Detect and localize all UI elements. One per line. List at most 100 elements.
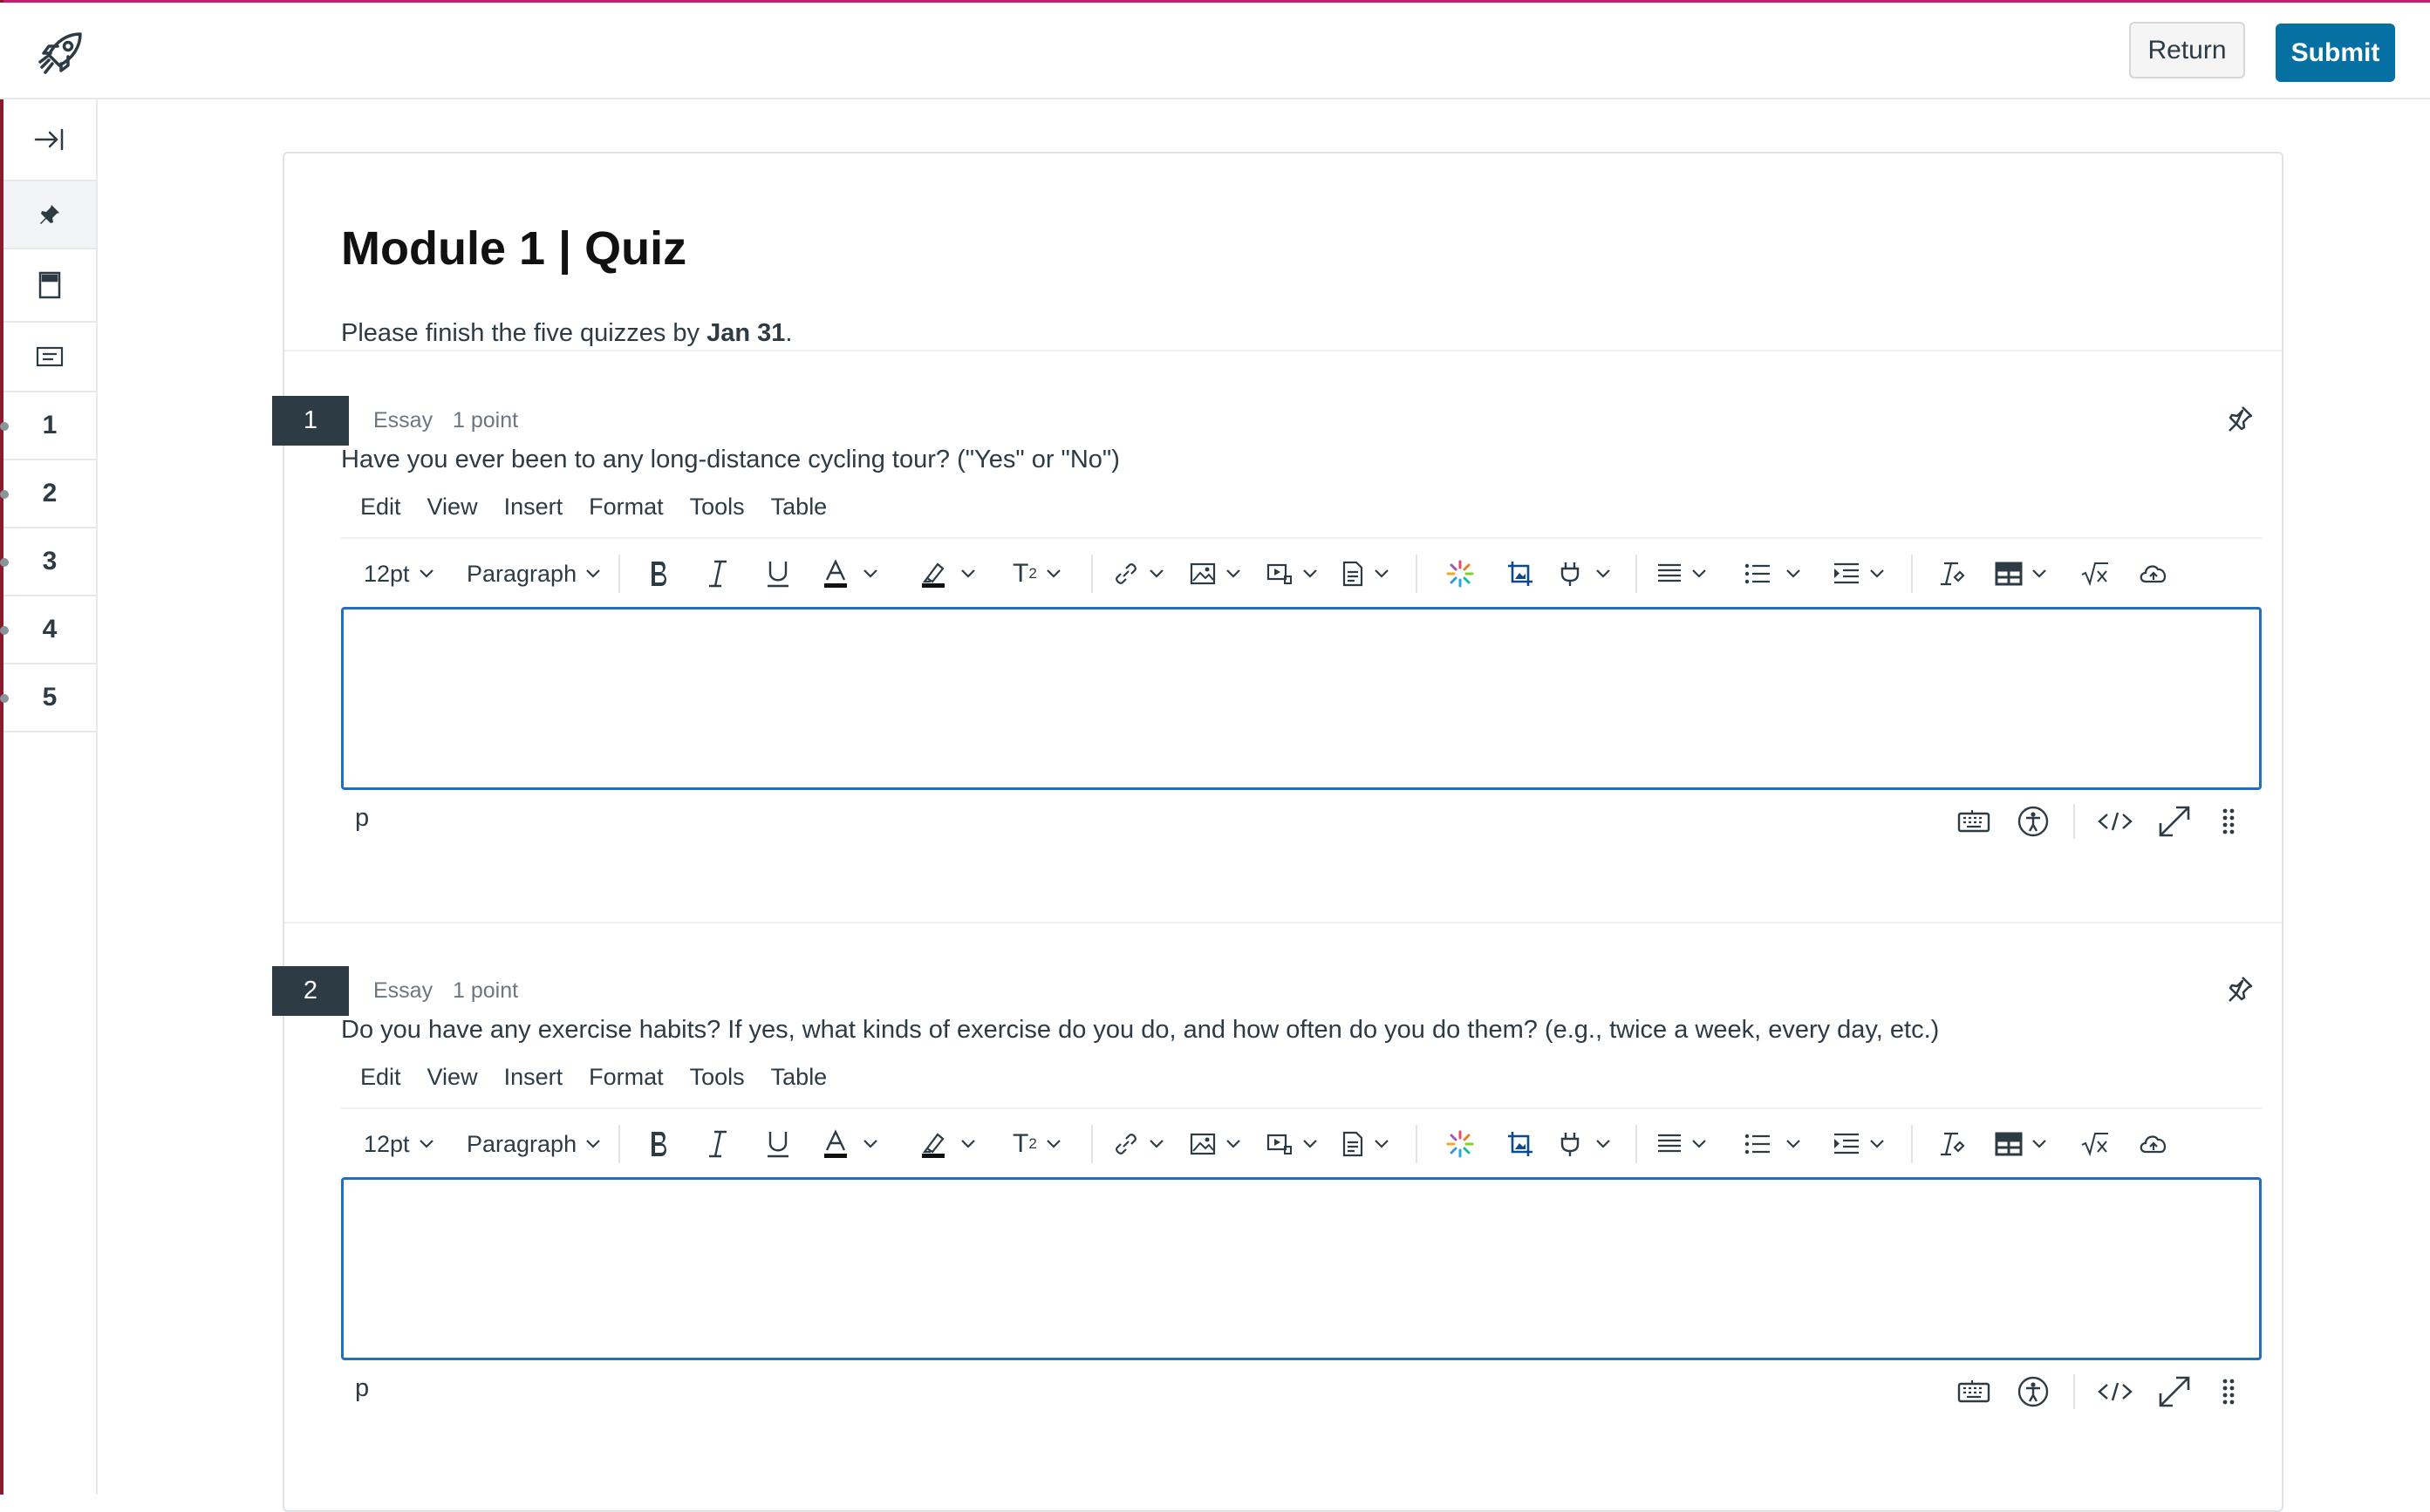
cloud-icon xyxy=(2140,1135,2167,1154)
menu-view[interactable]: View xyxy=(427,494,478,521)
pin-question-button[interactable] xyxy=(2226,975,2257,1006)
chevron-down-icon xyxy=(863,569,877,578)
answer-editor[interactable] xyxy=(341,1177,2262,1360)
document-button[interactable] xyxy=(1341,539,1391,609)
rail-question-4[interactable]: 4 xyxy=(0,596,96,664)
keyboard-shortcuts-button[interactable] xyxy=(1955,802,1993,841)
menu-tools[interactable]: Tools xyxy=(690,494,745,521)
rail-question-3[interactable]: 3 xyxy=(0,528,96,596)
media-button[interactable] xyxy=(1266,539,1320,609)
keyboard-shortcuts-button[interactable] xyxy=(1955,1372,1993,1411)
notes-tab[interactable] xyxy=(3,323,96,392)
question-status-dot xyxy=(0,422,9,431)
menu-format[interactable]: Format xyxy=(589,494,664,521)
code-icon xyxy=(2098,1382,2133,1401)
equation-button[interactable] xyxy=(2080,539,2110,609)
plugins-button[interactable] xyxy=(1557,539,1613,609)
fullscreen-button[interactable] xyxy=(2155,802,2194,841)
link-button[interactable] xyxy=(1112,1109,1166,1179)
bold-button[interactable] xyxy=(646,1109,672,1179)
pin-question-button[interactable] xyxy=(2226,405,2257,436)
clear-formatting-button[interactable] xyxy=(1937,1109,1965,1179)
equation-button[interactable] xyxy=(2080,1109,2110,1179)
rail-question-2[interactable]: 2 xyxy=(0,460,96,528)
underline-button[interactable] xyxy=(765,539,791,609)
accessibility-checker-button[interactable] xyxy=(2014,1372,2052,1411)
italic-icon xyxy=(709,1130,727,1158)
fullscreen-button[interactable] xyxy=(2155,1372,2194,1411)
indent-icon xyxy=(1834,562,1859,584)
indent-button[interactable] xyxy=(1833,1109,1887,1179)
menu-table[interactable]: Table xyxy=(771,1064,828,1091)
superscript-button[interactable]: T2 xyxy=(1013,539,1063,609)
italic-button[interactable] xyxy=(706,539,730,609)
rail-question-5[interactable]: 5 xyxy=(0,664,96,732)
image-button[interactable] xyxy=(1189,539,1243,609)
superscript-label: T xyxy=(1013,559,1029,588)
link-button[interactable] xyxy=(1112,539,1166,609)
html-editor-button[interactable] xyxy=(2096,1372,2134,1411)
toolbar-separator xyxy=(1091,555,1093,593)
crop-image-button[interactable] xyxy=(1506,539,1534,609)
menu-insert[interactable]: Insert xyxy=(504,1064,563,1091)
highlight-color-button[interactable] xyxy=(920,1109,978,1179)
document-button[interactable] xyxy=(1341,1109,1391,1179)
menu-insert[interactable]: Insert xyxy=(504,494,563,521)
image-button[interactable] xyxy=(1189,1109,1243,1179)
crop-image-button[interactable] xyxy=(1506,1109,1534,1179)
block-format-select[interactable]: Paragraph xyxy=(467,1109,603,1179)
image-icon xyxy=(1190,562,1216,585)
underline-button[interactable] xyxy=(765,1109,791,1179)
cloud-upload-button[interactable] xyxy=(2138,539,2169,609)
clear-formatting-button[interactable] xyxy=(1937,539,1965,609)
element-path[interactable]: p xyxy=(355,1374,369,1403)
accessibility-checker-button[interactable] xyxy=(2014,802,2052,841)
align-button[interactable] xyxy=(1656,1109,1709,1179)
superscript-index: 2 xyxy=(1028,1135,1037,1152)
calculator-tab[interactable] xyxy=(3,249,96,323)
text-color-button[interactable] xyxy=(823,539,880,609)
superscript-button[interactable]: T2 xyxy=(1013,1109,1063,1179)
media-button[interactable] xyxy=(1266,1109,1320,1179)
menu-edit[interactable]: Edit xyxy=(360,1064,401,1091)
media-icon xyxy=(1266,563,1292,584)
chevron-down-icon xyxy=(1375,569,1389,578)
submit-button[interactable]: Submit xyxy=(2276,24,2395,82)
indent-button[interactable] xyxy=(1833,539,1887,609)
table-button[interactable] xyxy=(1995,539,2049,609)
menu-format[interactable]: Format xyxy=(589,1064,664,1091)
cloud-upload-button[interactable] xyxy=(2138,1109,2169,1179)
bold-button[interactable] xyxy=(646,539,672,609)
menu-table[interactable]: Table xyxy=(771,494,828,521)
element-path[interactable]: p xyxy=(355,804,369,833)
highlight-color-button[interactable] xyxy=(920,539,978,609)
return-button[interactable]: Return xyxy=(2129,22,2245,78)
font-size-select[interactable]: 12pt xyxy=(364,539,436,609)
menu-tools[interactable]: Tools xyxy=(690,1064,745,1091)
rail-question-1[interactable]: 1 xyxy=(0,392,96,460)
pinned-questions-tab[interactable] xyxy=(3,181,96,249)
bullet-list-button[interactable] xyxy=(1744,1109,1803,1179)
answer-editor[interactable] xyxy=(341,607,2262,790)
resize-handle[interactable] xyxy=(2209,1372,2248,1411)
apps-button[interactable] xyxy=(1445,539,1475,609)
resize-handle[interactable] xyxy=(2209,802,2248,841)
bullet-list-button[interactable] xyxy=(1744,539,1803,609)
menu-edit[interactable]: Edit xyxy=(360,494,401,521)
italic-button[interactable] xyxy=(706,1109,730,1179)
collapse-nav-button[interactable] xyxy=(3,99,96,181)
question-type: Essay xyxy=(373,978,433,1003)
html-editor-button[interactable] xyxy=(2096,802,2134,841)
align-button[interactable] xyxy=(1656,539,1709,609)
menu-view[interactable]: View xyxy=(427,1064,478,1091)
font-size-select[interactable]: 12pt xyxy=(364,1109,436,1179)
question-number-badge: 1 xyxy=(272,396,349,446)
instructions-text: Please finish the five quizzes by xyxy=(341,319,707,347)
apps-button[interactable] xyxy=(1445,1109,1475,1179)
rocket-icon[interactable] xyxy=(35,27,87,79)
plugins-button[interactable] xyxy=(1557,1109,1613,1179)
block-format-select[interactable]: Paragraph xyxy=(467,539,603,609)
table-button[interactable] xyxy=(1995,1109,2049,1179)
text-color-button[interactable] xyxy=(823,1109,880,1179)
chevron-down-icon xyxy=(1786,1140,1800,1148)
